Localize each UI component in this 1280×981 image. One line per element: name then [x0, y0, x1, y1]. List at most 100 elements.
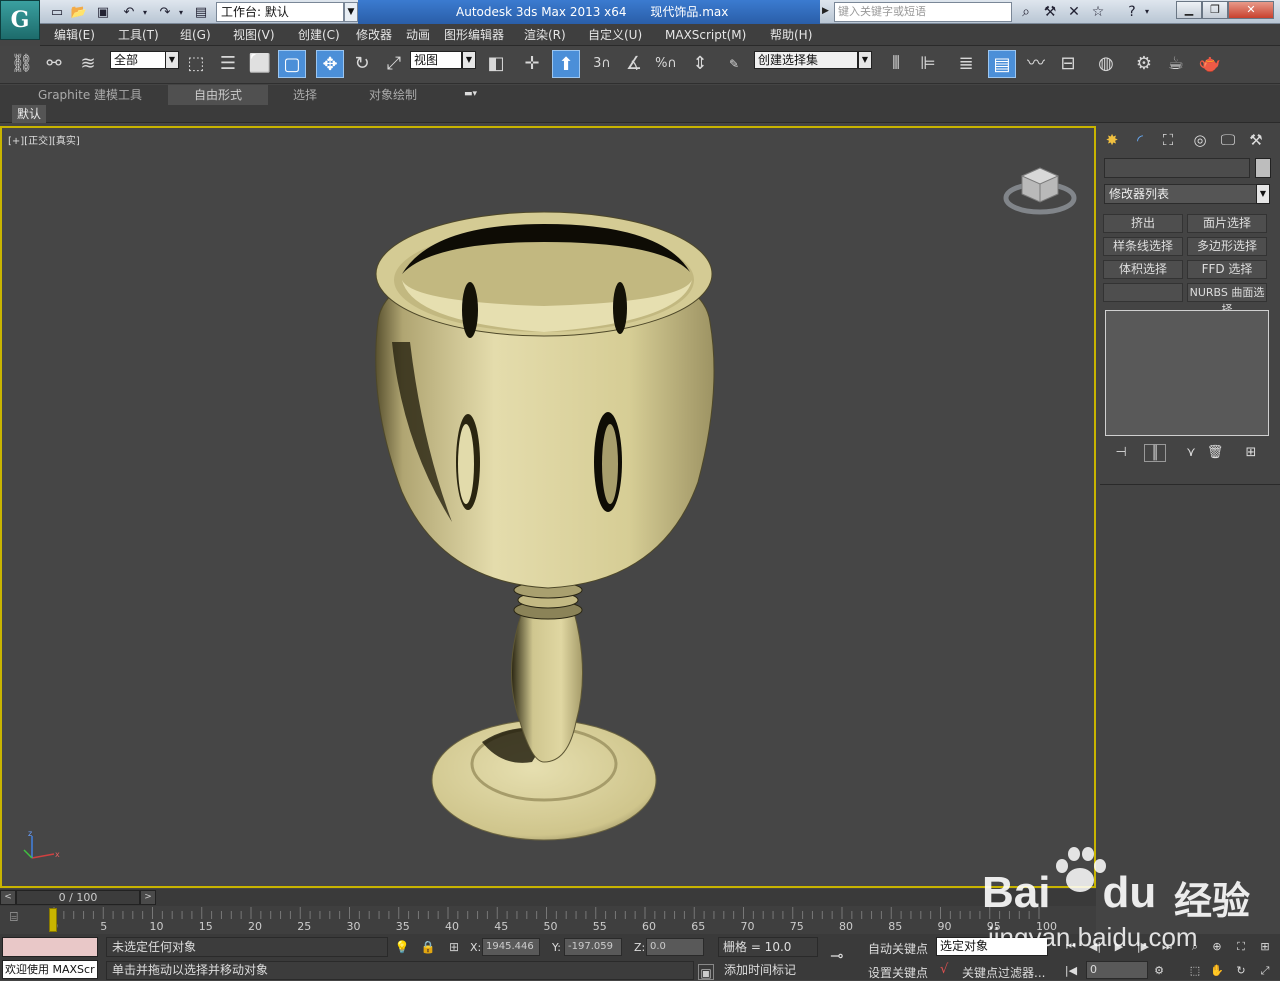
- menu-rendering[interactable]: 渲染(R): [524, 26, 566, 44]
- redo-icon[interactable]: ↷: [156, 3, 174, 21]
- pin-stack-icon[interactable]: ⊣: [1110, 444, 1132, 462]
- favorites-star-icon[interactable]: ☆: [1088, 3, 1108, 21]
- nurbs-surface-select-button[interactable]: NURBS 曲面选择: [1187, 283, 1267, 316]
- show-end-result-icon[interactable]: ║: [1144, 444, 1166, 462]
- menu-tools[interactable]: 工具(T): [118, 26, 159, 44]
- select-and-move-icon[interactable]: ✥: [316, 50, 344, 78]
- motion-tab-icon[interactable]: ◎: [1188, 128, 1212, 152]
- undo-dropdown-icon[interactable]: ▾: [140, 3, 150, 21]
- project-folder-icon[interactable]: ▤: [192, 3, 210, 21]
- time-configuration-icon[interactable]: ⚙: [1150, 962, 1168, 980]
- layer-manager-icon[interactable]: ≣: [952, 50, 980, 78]
- menu-modifiers[interactable]: 修改器: [356, 26, 392, 44]
- search-input[interactable]: 键入关键字或短语: [834, 2, 1012, 22]
- minimize-button[interactable]: ▁: [1176, 1, 1202, 19]
- modifier-stack[interactable]: [1105, 310, 1269, 436]
- restore-button[interactable]: ❐: [1202, 1, 1228, 19]
- next-frame-icon[interactable]: >: [140, 890, 156, 905]
- current-frame-field[interactable]: 0: [1086, 961, 1148, 979]
- modify-tab-icon[interactable]: ◜: [1128, 128, 1152, 152]
- zoom-extents-all-icon[interactable]: ⊞: [1256, 938, 1274, 956]
- add-time-tag[interactable]: 添加时间标记: [720, 961, 816, 980]
- render-setup-icon[interactable]: ⚙: [1130, 50, 1158, 78]
- modifier-list-dropdown[interactable]: 修改器列表: [1104, 184, 1270, 204]
- select-by-name-icon[interactable]: ☰: [214, 50, 242, 78]
- patch-select-button[interactable]: 面片选择: [1187, 214, 1267, 233]
- tab-object-paint[interactable]: 对象绘制: [356, 85, 430, 105]
- object-name-input[interactable]: [1104, 158, 1250, 178]
- redo-dropdown-icon[interactable]: ▾: [176, 3, 186, 21]
- close-button[interactable]: ✕: [1228, 1, 1274, 19]
- window-crossing-icon[interactable]: ▢: [278, 50, 306, 78]
- chevron-down-icon[interactable]: ▼: [462, 51, 476, 69]
- tab-selection[interactable]: 选择: [280, 85, 330, 105]
- selection-lock-icon[interactable]: 🔒: [420, 939, 436, 955]
- ffd-select-button[interactable]: FFD 选择: [1187, 260, 1267, 279]
- tab-default[interactable]: 默认: [12, 105, 46, 123]
- open-file-icon[interactable]: 📂: [70, 3, 88, 21]
- zoom-region-icon[interactable]: ⬚: [1186, 962, 1204, 980]
- current-time-marker[interactable]: [49, 908, 57, 932]
- menu-animation[interactable]: 动画: [406, 26, 430, 44]
- reference-coordinate-dropdown[interactable]: 视图: [410, 51, 462, 69]
- communication-center-icon[interactable]: ✕: [1064, 3, 1084, 21]
- go-to-end-icon[interactable]: ⏭: [1158, 938, 1176, 956]
- menu-create[interactable]: 创建(C): [298, 26, 340, 44]
- orbit-icon[interactable]: ↻: [1232, 962, 1250, 980]
- make-unique-icon[interactable]: ⋎: [1180, 444, 1202, 462]
- workspace-dropdown[interactable]: 工作台: 默认: [216, 2, 344, 22]
- empty-modifier-button[interactable]: [1103, 283, 1183, 302]
- select-object-icon[interactable]: ⬚: [182, 50, 210, 78]
- cup-model[interactable]: [362, 202, 732, 852]
- select-and-link-icon[interactable]: ⛓: [8, 50, 36, 78]
- selection-filter-dropdown[interactable]: 全部: [110, 51, 166, 69]
- spinner-snap-icon[interactable]: ⇕: [686, 50, 714, 78]
- render-production-icon[interactable]: 🫖: [1196, 50, 1224, 78]
- ribbon-options-icon[interactable]: ▬▾: [464, 89, 486, 101]
- maxscript-welcome[interactable]: 欢迎使用 MAXScr: [2, 960, 98, 979]
- extrude-modifier-button[interactable]: 挤出: [1103, 214, 1183, 233]
- track-bar[interactable]: ⌸ 05101520253035404550556065707580859095…: [0, 906, 1096, 934]
- key-mode-toggle-icon[interactable]: |◀: [1062, 962, 1080, 980]
- undo-icon[interactable]: ↶: [120, 3, 138, 21]
- chevron-down-icon[interactable]: ▼: [165, 51, 179, 69]
- key-filter-curve-icon[interactable]: √: [940, 962, 948, 977]
- mini-curve-editor-icon[interactable]: ⌸: [10, 910, 34, 928]
- isolate-selection-icon[interactable]: 💡: [394, 939, 410, 955]
- y-coordinate-field[interactable]: -197.059: [564, 938, 622, 956]
- hierarchy-tab-icon[interactable]: ⛶: [1156, 128, 1180, 152]
- menu-customize[interactable]: 自定义(U): [588, 26, 642, 44]
- app-logo-icon[interactable]: G: [0, 0, 40, 40]
- time-tag-icon[interactable]: ▣: [698, 964, 714, 980]
- angle-snap-icon[interactable]: ∡: [620, 50, 648, 78]
- use-pivot-center-icon[interactable]: ◧: [482, 50, 510, 78]
- viewport-label[interactable]: [+][正交][真实]: [8, 132, 80, 147]
- create-tab-icon[interactable]: ✸: [1100, 128, 1124, 152]
- auto-key-button[interactable]: 自动关键点: [868, 940, 928, 957]
- previous-key-icon[interactable]: ◀|: [1086, 938, 1104, 956]
- previous-frame-icon[interactable]: <: [0, 890, 16, 905]
- graphite-toggle-icon[interactable]: ▤: [988, 50, 1016, 78]
- volume-select-button[interactable]: 体积选择: [1103, 260, 1183, 279]
- unlink-icon[interactable]: ⚯: [40, 50, 68, 78]
- material-editor-icon[interactable]: ◍: [1092, 50, 1120, 78]
- zoom-all-icon[interactable]: ⊕: [1208, 938, 1226, 956]
- subscription-icon[interactable]: ⚒: [1040, 3, 1060, 21]
- menu-maxscript[interactable]: MAXScript(M): [665, 26, 746, 44]
- chevron-down-icon[interactable]: ▼: [1256, 184, 1270, 204]
- menu-help[interactable]: 帮助(H): [770, 26, 812, 44]
- maxscript-listener-mini[interactable]: [2, 937, 98, 957]
- search-expand-icon[interactable]: ▶: [822, 6, 829, 16]
- remove-modifier-icon[interactable]: 🗑: [1204, 444, 1226, 462]
- mirror-icon[interactable]: ⫴: [882, 50, 910, 78]
- x-coordinate-field[interactable]: 1945.446: [482, 938, 540, 956]
- schematic-view-icon[interactable]: ⊟: [1054, 50, 1082, 78]
- display-tab-icon[interactable]: 🖵: [1216, 128, 1240, 152]
- curve-editor-icon[interactable]: 〰: [1022, 50, 1050, 78]
- tab-freeform[interactable]: 自由形式: [168, 85, 268, 105]
- absolute-mode-icon[interactable]: ⊞: [446, 939, 462, 955]
- object-color-swatch[interactable]: [1255, 158, 1271, 178]
- new-file-icon[interactable]: ▭: [48, 3, 66, 21]
- tab-graphite-modeling[interactable]: Graphite 建模工具: [30, 85, 150, 105]
- chevron-down-icon[interactable]: ▼: [344, 2, 358, 22]
